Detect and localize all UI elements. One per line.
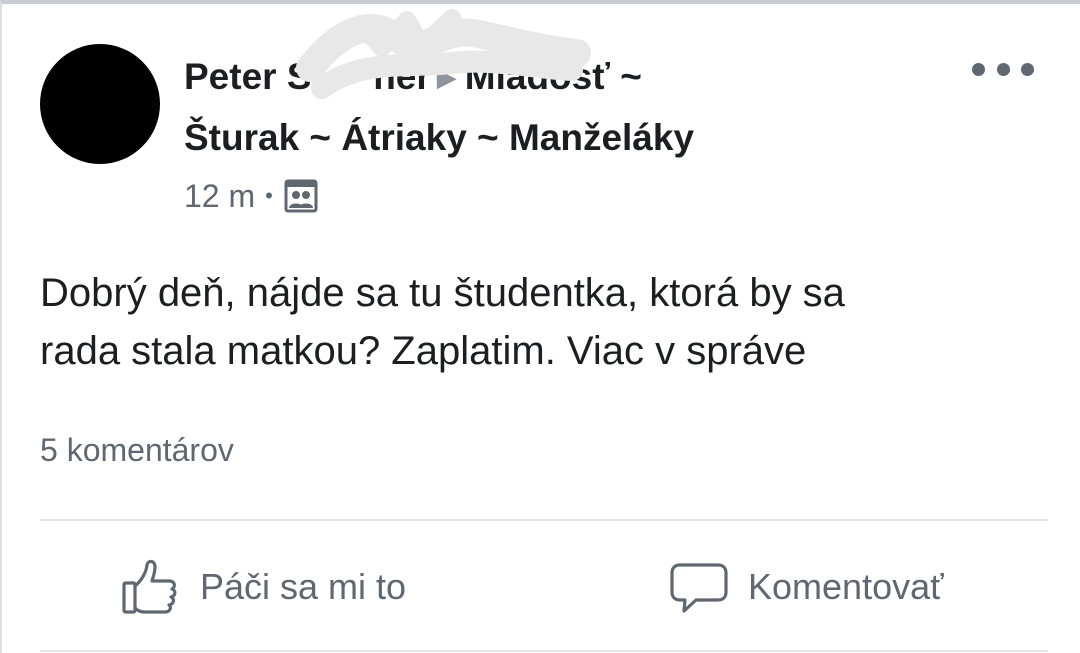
more-dot-icon: [972, 62, 985, 76]
more-options-button[interactable]: [972, 52, 1034, 86]
like-button[interactable]: Páči sa mi to: [120, 552, 406, 622]
speech-bubble-icon: [670, 563, 728, 613]
meta-separator: •: [265, 183, 273, 208]
author-avatar[interactable]: [40, 44, 160, 164]
post-meta: 12 m •: [184, 174, 319, 218]
more-dot-icon: [1021, 62, 1034, 76]
comment-button[interactable]: Komentovať: [668, 552, 944, 622]
author-name-visible: Peter S: [184, 56, 312, 97]
title-line-2: Šturak ~ Átriaky ~ Manželáky: [184, 109, 884, 166]
redaction-scribble: [296, 9, 591, 99]
comment-label: Komentovať: [748, 566, 944, 607]
post-timestamp[interactable]: 12 m: [184, 178, 255, 215]
thumbs-up-icon: [122, 559, 177, 614]
like-label: Páči sa mi to: [200, 566, 407, 607]
post-card: Peter S ner ▶ Mladosť ~ Šturak ~ Átriaky ~…: [0, 0, 1080, 653]
post-body-text: Dobrý deň, nájde sa tu študentka, ktorá …: [40, 264, 1040, 380]
comments-count-link[interactable]: 5 komentárov: [40, 432, 234, 469]
post-text-line: Dobrý deň, nájde sa tu študentka, ktorá …: [40, 271, 845, 315]
more-dot-icon: [996, 62, 1010, 76]
group-name-part-2[interactable]: Šturak ~ Átriaky ~ Manželáky: [184, 117, 694, 158]
post-text-line: rada stala matkou? Zaplatim. Viac v sprá…: [40, 329, 807, 373]
action-divider: [40, 519, 1048, 521]
bottom-divider: [40, 650, 1048, 652]
group-members-icon: [284, 179, 318, 213]
